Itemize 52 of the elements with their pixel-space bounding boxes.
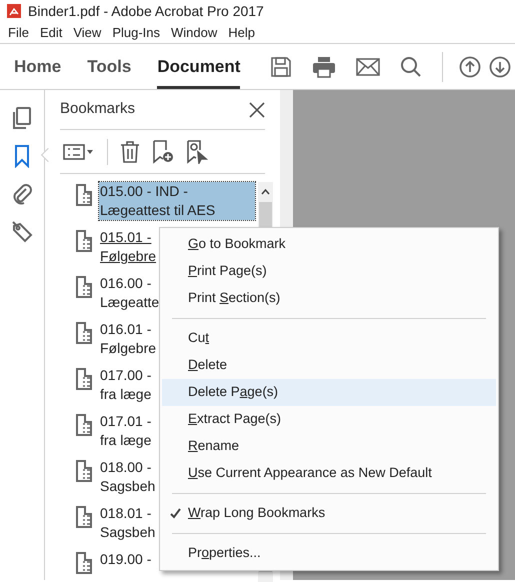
bookmark-item[interactable]: 016.00 - Lægeatte [99, 274, 160, 312]
bookmark-page-icon [75, 230, 93, 252]
bookmark-item[interactable]: 019.00 - [99, 550, 152, 569]
options-dropdown-icon[interactable] [63, 142, 95, 160]
toolbar-tab[interactable]: Home [14, 44, 62, 89]
context-menu-item[interactable]: Rename [162, 433, 496, 460]
bookmark-item[interactable]: 017.00 - fra læge [99, 366, 152, 404]
save-icon[interactable] [270, 56, 292, 78]
menu-item[interactable]: Edit [36, 22, 66, 42]
toolbar-tab[interactable]: Document [157, 44, 240, 89]
context-menu-item[interactable]: Wrap Long Bookmarks [162, 500, 496, 527]
bookmark-item[interactable]: 016.01 - Følgebre [99, 320, 158, 358]
context-menu-item[interactable]: Print Page(s) [162, 258, 496, 285]
context-menu-item[interactable]: Delete [162, 352, 496, 379]
context-menu-item[interactable]: Use Current Appearance as New Default [162, 460, 496, 487]
menu-item[interactable]: View [69, 22, 106, 42]
menu-item[interactable]: Help [224, 22, 260, 42]
window-title: Binder1.pdf - Adobe Acrobat Pro 2017 [28, 2, 264, 21]
bookmark-item[interactable]: 018.00 - Sagsbeh [99, 458, 156, 496]
bookmark-page-icon [75, 506, 93, 528]
panel-title: Bookmarks [60, 99, 136, 120]
bookmark-item[interactable]: 017.01 - fra læge [99, 412, 152, 450]
bookmark-page-icon [75, 276, 93, 298]
bookmark-page-icon [75, 184, 93, 206]
context-menu-item[interactable]: Cut [162, 325, 496, 352]
menu-item[interactable]: File [4, 22, 33, 42]
pages-icon[interactable] [10, 106, 34, 130]
context-menu-item[interactable]: Print Section(s) [162, 285, 496, 312]
bookmark-item[interactable]: 015.00 - IND - Lægeattest til AES [99, 182, 255, 220]
toolbar-tab[interactable]: Tools [87, 44, 132, 89]
close-icon[interactable] [249, 102, 265, 118]
bookmark-page-icon [75, 322, 93, 344]
tag-icon[interactable] [10, 220, 34, 244]
context-menu-item[interactable]: Properties... [162, 540, 496, 567]
search-icon[interactable] [400, 56, 422, 78]
menu-item[interactable]: Window [167, 22, 222, 42]
menu-item[interactable]: Plug-Ins [108, 22, 164, 42]
bookmark-search-icon[interactable] [186, 140, 208, 164]
bookmark-page-icon [75, 460, 93, 482]
context-menu-item[interactable]: Go to Bookmark [162, 231, 496, 258]
new-bookmark-icon[interactable] [152, 140, 174, 164]
bookmark-item[interactable]: 015.01 - Følgebre [99, 228, 158, 266]
print-icon[interactable] [312, 56, 336, 78]
pdf-file-icon [6, 3, 22, 19]
mail-icon[interactable] [356, 58, 380, 76]
context-menu-item[interactable]: Delete Page(s) [162, 379, 496, 406]
bookmark-page-icon [75, 552, 93, 574]
bookmark-page-icon [75, 414, 93, 436]
bookmark-item[interactable]: 018.01 - Sagsbeh [99, 504, 156, 542]
trash-icon[interactable] [120, 140, 140, 162]
context-menu-item[interactable]: Extract Page(s) [162, 406, 496, 433]
bookmark-page-icon [75, 368, 93, 390]
